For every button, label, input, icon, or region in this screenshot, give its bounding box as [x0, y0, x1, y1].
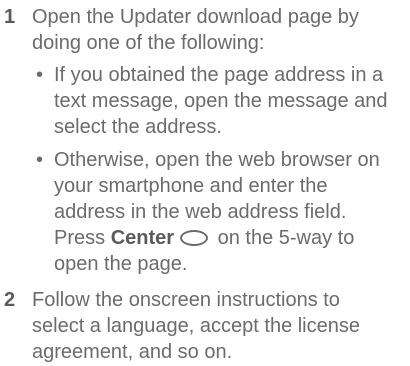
center-key-label: Center [110, 227, 175, 249]
bullet-line: Otherwise, open the web browser on [54, 149, 380, 171]
instructions-page: 1 Open the Updater download page by doin… [0, 0, 410, 366]
bullet-line: text message, open the message and [54, 90, 388, 112]
step-text: Open the Updater download page by doing … [32, 4, 408, 56]
bullet-line: open the page. [54, 253, 188, 275]
bullet-dot-icon: • [36, 64, 44, 86]
step-line: Open the Updater download page by [32, 6, 359, 28]
bullet-line: address in the web address field. [54, 201, 347, 223]
center-button-icon [180, 230, 209, 246]
press-prefix: Press [54, 227, 111, 249]
bullet-line: your smartphone and enter the [54, 175, 328, 197]
step-line: doing one of the following: [32, 32, 265, 54]
bullet-dot-icon: • [36, 149, 44, 171]
step-text: Follow the onscreen instructions to sele… [32, 287, 408, 365]
press-suffix: on the 5-way to [212, 227, 355, 249]
step-number: 1 [4, 6, 16, 28]
step-line: select a language, accept the license [32, 315, 360, 337]
bullet-text: Otherwise, open the web browser on your … [54, 147, 410, 277]
step-line: agreement, and so on. [32, 341, 233, 363]
step-line: Follow the onscreen instructions to [32, 289, 340, 311]
bullet-line: If you obtained the page address in a [54, 64, 384, 86]
step-number: 2 [4, 289, 16, 311]
bullet-text: If you obtained the page address in a te… [54, 62, 410, 140]
bullet-line: select the address. [54, 116, 222, 138]
press-center-line: Press Center on the 5-way to [54, 225, 410, 251]
